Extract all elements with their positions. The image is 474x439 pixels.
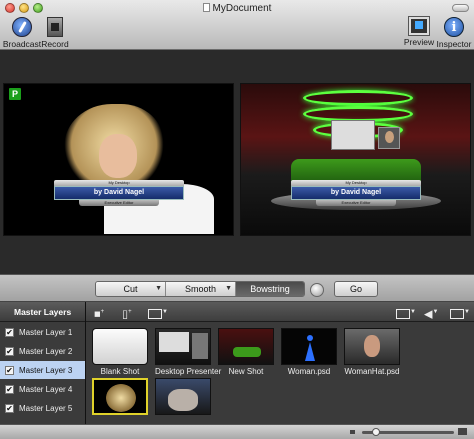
layer-checkbox[interactable]: ✔ <box>5 327 14 337</box>
layer-label: Master Layer 3 <box>19 365 73 375</box>
shot-selected-girl[interactable] <box>92 378 148 415</box>
shot-thumbnail <box>344 328 400 365</box>
layer-item-3[interactable]: ✔ Master Layer 3 <box>0 361 85 379</box>
inspector-button[interactable]: i Inspector <box>434 17 474 49</box>
preview-button[interactable]: Preview <box>399 17 439 47</box>
shot-kids[interactable] <box>155 378 211 415</box>
layer-checkbox[interactable]: ✔ <box>5 384 14 394</box>
go-button[interactable]: Go <box>334 281 378 297</box>
layer-checkbox[interactable]: ✔ <box>5 403 14 413</box>
status-bar <box>0 424 474 439</box>
transition-cut-label: Cut <box>123 284 138 294</box>
lower-third-subtitle: Executive Editor <box>79 200 159 206</box>
chevron-down-icon: ▼ <box>155 285 162 292</box>
transition-smooth[interactable]: Smooth ▼ <box>166 282 236 296</box>
master-layers-header: Master Layers <box>0 302 85 322</box>
shot-woman[interactable]: Woman.psd <box>281 328 337 376</box>
preview-monitor-icon <box>409 17 429 35</box>
add-camera-shot-button[interactable]: ■+ <box>94 305 104 321</box>
program-badge: P <box>9 88 21 100</box>
shot-thumbnail <box>92 328 148 365</box>
window-title-text: MyDocument <box>212 3 272 14</box>
layer-item-1[interactable]: ✔ Master Layer 1 <box>0 323 85 341</box>
transition-cut[interactable]: Cut ▼ <box>96 282 166 296</box>
screen-icon <box>148 308 162 319</box>
live-lower-third: My Desktop by David Nagel Executive Edit… <box>54 180 184 210</box>
shot-label: New Shot <box>228 367 264 376</box>
shots-toolbar: ■+ ▯+ ▼ ▼ ◀▼ ▼ <box>86 302 474 322</box>
layer-item-2[interactable]: ✔ Master Layer 2 <box>0 342 85 360</box>
shot-woman-hat[interactable]: WomanHat.psd <box>344 328 400 376</box>
person-figure-icon <box>305 335 315 361</box>
toolbar-toggle-button[interactable] <box>452 4 469 12</box>
layer-label: Master Layer 1 <box>19 327 73 337</box>
add-screen-shot-button[interactable]: ▼ <box>148 305 168 319</box>
shot-thumbnail <box>155 328 211 365</box>
preview-monitor[interactable]: My Desktop by David Nagel Executive Edit… <box>240 83 471 236</box>
window-title: MyDocument <box>0 3 474 14</box>
zoom-out-icon <box>350 430 355 434</box>
set-screen <box>331 120 375 150</box>
shot-thumbnail <box>281 328 337 365</box>
transition-bowstring-label: Bowstring <box>250 284 290 294</box>
thumbnail-size-slider-thumb[interactable] <box>372 428 380 436</box>
audio-button[interactable]: ◀▼ <box>424 305 438 321</box>
window-toolbar: MyDocument Broadcast Record Preview i In… <box>0 0 474 50</box>
live-video-face <box>99 134 137 178</box>
zoom-in-icon <box>458 428 467 435</box>
layer-item-4[interactable]: ✔ Master Layer 4 <box>0 380 85 398</box>
layer-label: Master Layer 2 <box>19 346 73 356</box>
layer-item-5[interactable]: ✔ Master Layer 5 <box>0 399 85 417</box>
record-label: Record <box>41 39 69 49</box>
display-icon <box>450 308 464 319</box>
transition-smooth-label: Smooth <box>184 284 217 294</box>
preview-lower-third: My Desktop by David Nagel Executive Edit… <box>291 180 421 210</box>
transition-bowstring[interactable]: Bowstring <box>236 282 304 296</box>
view-icon <box>396 308 410 319</box>
layer-label: Master Layer 5 <box>19 403 73 413</box>
set-anchor-screen <box>378 127 400 149</box>
shot-display-button[interactable]: ▼ <box>450 305 470 319</box>
layer-checkbox[interactable]: ✔ <box>5 346 14 356</box>
shot-label: Woman.psd <box>287 367 331 376</box>
shot-thumbnail <box>155 378 211 415</box>
transition-bar: Cut ▼ Smooth ▼ Bowstring Go <box>0 274 474 302</box>
shot-label: Desktop Presenter <box>155 367 222 376</box>
chevron-down-icon: ▼ <box>225 285 232 292</box>
lower-third-name: by David Nagel <box>54 186 184 200</box>
shot-desktop-presenter[interactable]: Desktop Presenter <box>155 328 222 376</box>
info-icon: i <box>444 17 464 37</box>
shot-thumbnail <box>218 328 274 365</box>
shot-thumbnail <box>92 378 148 415</box>
set-light-ring-top <box>303 90 413 106</box>
master-layers-panel: Master Layers ✔ Master Layer 1 ✔ Master … <box>0 302 86 424</box>
add-media-shot-button[interactable]: ▯+ <box>122 305 132 321</box>
shots-panel: ■+ ▯+ ▼ ▼ ◀▼ ▼ Blank Shot Desktop Presen… <box>86 302 474 424</box>
lower-third-name: by David Nagel <box>291 186 421 200</box>
shot-new[interactable]: New Shot <box>218 328 274 376</box>
monitor-area: P My Desktop by David Nagel Executive Ed… <box>0 50 474 274</box>
record-icon <box>47 17 63 37</box>
transition-speed-knob[interactable] <box>310 283 324 297</box>
preview-label: Preview <box>403 37 435 47</box>
live-monitor[interactable]: P My Desktop by David Nagel Executive Ed… <box>3 83 234 236</box>
transition-selector: Cut ▼ Smooth ▼ Bowstring <box>95 281 305 297</box>
record-button[interactable]: Record <box>35 17 75 49</box>
lower-third-subtitle: Executive Editor <box>316 200 396 206</box>
broadcast-icon <box>12 17 32 37</box>
shot-label: WomanHat.psd <box>344 367 400 376</box>
inspector-label: Inspector <box>436 39 472 49</box>
layer-checkbox[interactable]: ✔ <box>5 365 14 375</box>
view-options-button[interactable]: ▼ <box>396 305 416 319</box>
document-icon <box>202 3 210 12</box>
shot-label: Blank Shot <box>100 367 140 376</box>
layer-label: Master Layer 4 <box>19 384 73 394</box>
shot-blank[interactable]: Blank Shot <box>92 328 148 376</box>
